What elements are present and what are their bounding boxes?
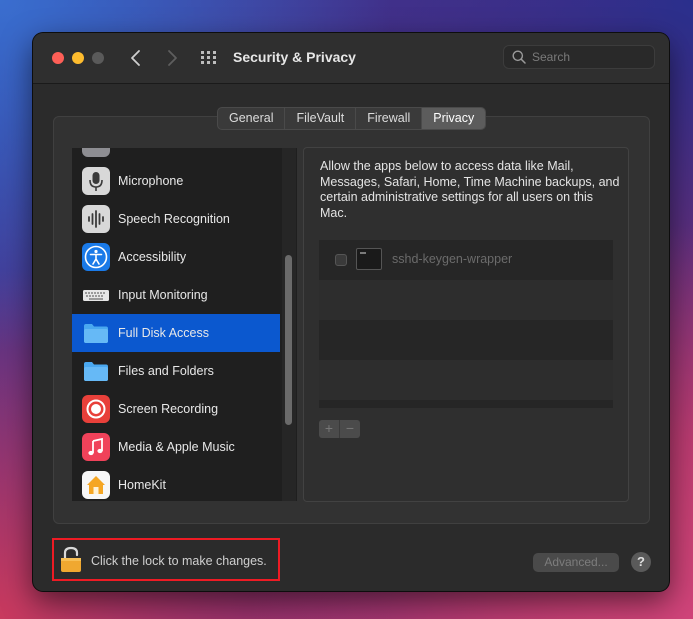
sidebar-item-label: Full Disk Access bbox=[118, 326, 209, 340]
add-remove-buttons: + − bbox=[319, 420, 360, 438]
sidebar-item-label: Media & Apple Music bbox=[118, 440, 235, 454]
sidebar-item-homekit[interactable]: HomeKit bbox=[72, 466, 280, 501]
tab-filevault[interactable]: FileVault bbox=[285, 108, 357, 129]
lock-message[interactable]: Click the lock to make changes. bbox=[91, 554, 267, 568]
sidebar-item-media-apple-music[interactable]: Media & Apple Music bbox=[72, 428, 280, 466]
minimize-button[interactable] bbox=[72, 52, 84, 64]
app-name: sshd-keygen-wrapper bbox=[392, 252, 513, 266]
back-button[interactable] bbox=[125, 47, 147, 69]
list-item-empty bbox=[319, 320, 613, 360]
advanced-button[interactable]: Advanced... bbox=[533, 553, 619, 572]
sidebar-item-files-and-folders[interactable]: Files and Folders bbox=[72, 352, 280, 390]
sidebar-item-speech-recognition[interactable]: Speech Recognition bbox=[72, 200, 280, 238]
record-icon bbox=[82, 395, 110, 423]
add-app-button[interactable]: + bbox=[319, 420, 340, 438]
tab-firewall[interactable]: Firewall bbox=[356, 108, 423, 129]
app-checkbox[interactable] bbox=[335, 254, 347, 266]
sidebar-item-input-monitoring[interactable]: Input Monitoring bbox=[72, 276, 280, 314]
privacy-category-list: Microphone Speech Recognition Accessibil… bbox=[72, 148, 297, 501]
tab-privacy[interactable]: Privacy bbox=[422, 108, 486, 129]
accessibility-icon bbox=[82, 243, 110, 271]
show-all-grid-icon[interactable] bbox=[201, 51, 217, 65]
sidebar-item-label: Speech Recognition bbox=[118, 212, 230, 226]
sidebar-item-label: Screen Recording bbox=[118, 402, 219, 416]
close-button[interactable] bbox=[52, 52, 64, 64]
music-note-icon bbox=[82, 433, 110, 461]
forward-button[interactable] bbox=[161, 47, 183, 69]
permission-description: Allow the apps below to access data like… bbox=[320, 159, 620, 220]
folder-icon bbox=[82, 319, 110, 347]
sidebar-item-screen-recording[interactable]: Screen Recording bbox=[72, 390, 280, 428]
lock-highlight-box: Click the lock to make changes. bbox=[52, 538, 280, 581]
search-input[interactable] bbox=[532, 49, 650, 65]
terminal-icon bbox=[356, 248, 382, 270]
zoom-button[interactable] bbox=[92, 52, 104, 64]
home-icon bbox=[82, 471, 110, 499]
sidebar-item-label: Input Monitoring bbox=[118, 288, 208, 302]
titlebar: Security & Privacy bbox=[33, 33, 669, 84]
sidebar-scrollbar-thumb[interactable] bbox=[285, 255, 292, 425]
chevron-right-icon bbox=[168, 50, 177, 66]
security-privacy-window: Security & Privacy General FileVault Fir… bbox=[33, 33, 669, 591]
window-title: Security & Privacy bbox=[233, 49, 356, 65]
tab-general[interactable]: General bbox=[218, 108, 286, 129]
remove-app-button[interactable]: − bbox=[340, 420, 360, 438]
list-item-empty bbox=[319, 360, 613, 400]
sidebar-item-label: Accessibility bbox=[118, 250, 187, 264]
sidebar-item-accessibility[interactable]: Accessibility bbox=[72, 238, 280, 276]
app-list: sshd-keygen-wrapper bbox=[319, 240, 613, 408]
sidebar-item-partial[interactable] bbox=[72, 148, 280, 162]
sidebar-item-microphone[interactable]: Microphone bbox=[72, 162, 280, 200]
chevron-left-icon bbox=[131, 50, 140, 66]
keyboard-icon bbox=[82, 281, 110, 309]
app-icon bbox=[82, 148, 110, 157]
waveform-icon bbox=[82, 205, 110, 233]
sidebar-item-label: HomeKit bbox=[118, 478, 166, 492]
search-field[interactable] bbox=[503, 45, 655, 69]
sidebar-item-label: Microphone bbox=[118, 174, 184, 188]
lock-icon[interactable] bbox=[60, 546, 82, 573]
microphone-icon bbox=[82, 167, 110, 195]
sidebar-item-label: Files and Folders bbox=[118, 364, 214, 378]
list-item-empty bbox=[319, 280, 613, 320]
help-button[interactable]: ? bbox=[631, 552, 651, 572]
tab-bar: General FileVault Firewall Privacy bbox=[217, 107, 487, 130]
search-icon bbox=[512, 50, 526, 64]
list-item[interactable]: sshd-keygen-wrapper bbox=[319, 240, 613, 280]
folder-icon bbox=[82, 357, 110, 385]
sidebar-item-full-disk-access[interactable]: Full Disk Access bbox=[72, 314, 280, 352]
